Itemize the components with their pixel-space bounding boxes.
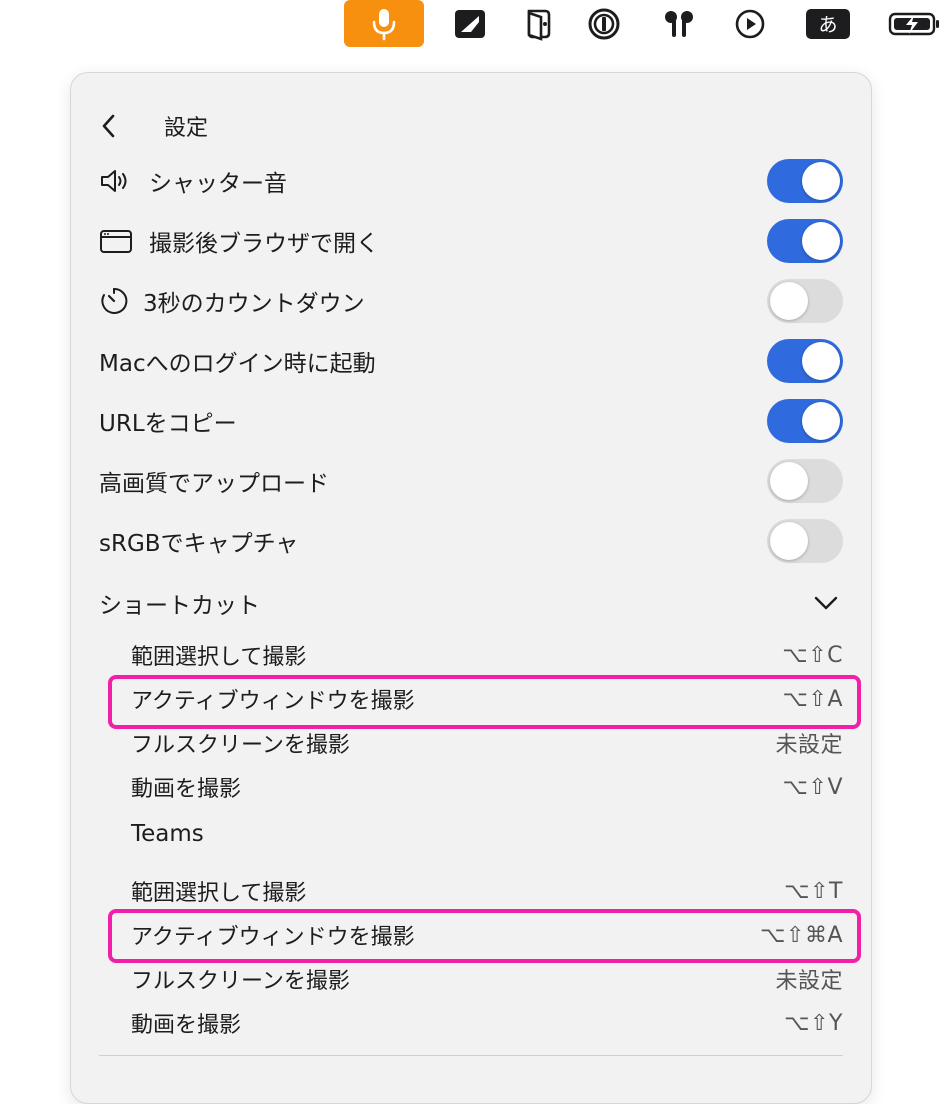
input-method-icon[interactable]: あ [804, 0, 852, 47]
toggle-knob [770, 282, 808, 320]
shortcut-label: 範囲選択して撮影 [131, 645, 307, 670]
launch-at-login-toggle[interactable] [767, 339, 843, 383]
browser-window-icon [99, 226, 133, 256]
settings-panel: 設定 シャッター音 撮影後ブラウザで開く 3秒のカウントダウン Macへのログイ… [70, 72, 872, 1104]
chevron-down-icon [811, 588, 841, 618]
shortcut-key: ⌥⇧A [782, 686, 843, 712]
shortcut-row[interactable]: 動画を撮影 ⌥⇧V [131, 767, 843, 807]
setting-open-browser: 撮影後ブラウザで開く [99, 211, 843, 271]
countdown-toggle[interactable] [767, 279, 843, 323]
shortcut-row[interactable]: 範囲選択して撮影 ⌥⇧T [131, 871, 843, 911]
copy-url-toggle[interactable] [767, 399, 843, 443]
setting-label: 撮影後ブラウザで開く [149, 231, 379, 257]
shortcut-key: 未設定 [775, 969, 843, 994]
shutter-sound-toggle[interactable] [767, 159, 843, 203]
menu-bar: あ [0, 0, 944, 50]
shortcut-label: 動画を撮影 [131, 1013, 242, 1038]
setting-countdown: 3秒のカウントダウン [99, 271, 843, 331]
toggle-knob [770, 462, 808, 500]
shortcut-row[interactable]: アクティブウィンドウを撮影 ⌥⇧⌘A [131, 915, 843, 955]
chevron-left-icon [102, 114, 115, 138]
input-method-label: あ [806, 8, 850, 39]
teams-heading: Teams [131, 821, 204, 847]
shortcut-key: ⌥⇧V [782, 774, 843, 800]
microphone-icon[interactable] [344, 0, 424, 47]
setting-high-quality-upload: 高画質でアップロード [99, 451, 843, 511]
page-title: 設定 [164, 116, 209, 141]
shortcut-row[interactable]: アクティブウィンドウを撮影 ⌥⇧A [131, 679, 843, 719]
shortcut-label: 範囲選択して撮影 [131, 881, 307, 906]
shortcut-key: ⌥⇧T [784, 878, 843, 904]
setting-shutter-sound: シャッター音 [99, 151, 843, 211]
shortcuts-section-header[interactable]: ショートカット [99, 581, 843, 625]
toggle-knob [770, 522, 808, 560]
shortcut-label: 動画を撮影 [131, 777, 242, 802]
open-browser-toggle[interactable] [767, 219, 843, 263]
setting-label: sRGBでキャプチャ [99, 531, 299, 557]
shortcut-row[interactable]: 動画を撮影 ⌥⇧Y [131, 1003, 843, 1043]
high-quality-upload-toggle[interactable] [767, 459, 843, 503]
setting-copy-url: URLをコピー [99, 391, 843, 451]
shortcut-row[interactable]: 範囲選択して撮影 ⌥⇧C [131, 635, 843, 675]
wallet-app-icon[interactable] [518, 0, 558, 47]
shortcut-label: フルスクリーンを撮影 [131, 733, 350, 758]
divider [99, 1055, 843, 1056]
shortcut-key: 未設定 [775, 733, 843, 758]
shortcut-key: ⌥⇧⌘A [760, 922, 843, 948]
play-icon[interactable] [730, 0, 770, 47]
back-button[interactable] [99, 109, 139, 143]
setting-label: Macへのログイン時に起動 [99, 351, 376, 377]
panel-header: 設定 [99, 109, 208, 143]
shortcut-label: アクティブウィンドウを撮影 [131, 689, 415, 714]
setting-label: シャッター音 [149, 171, 287, 197]
speaker-icon [99, 166, 133, 196]
timer-icon [99, 286, 129, 316]
battery-charging-icon[interactable] [884, 0, 944, 47]
toggle-knob [802, 342, 840, 380]
setting-label: 3秒のカウントダウン [143, 291, 365, 317]
shortcut-row[interactable]: フルスクリーンを撮影 未設定 [131, 723, 843, 763]
shortcuts-title: ショートカット [99, 593, 260, 619]
setting-launch-at-login: Macへのログイン時に起動 [99, 331, 843, 391]
toggle-knob [802, 222, 840, 260]
shortcut-key: ⌥⇧C [782, 642, 843, 668]
toggle-knob [802, 402, 840, 440]
password-manager-icon[interactable] [584, 0, 624, 47]
shortcut-key: ⌥⇧Y [784, 1010, 843, 1036]
airpods-icon[interactable] [656, 0, 702, 47]
setting-label: 高画質でアップロード [99, 471, 329, 497]
srgb-capture-toggle[interactable] [767, 519, 843, 563]
shortcut-label: アクティブウィンドウを撮影 [131, 925, 415, 950]
shortcut-label: フルスクリーンを撮影 [131, 969, 350, 994]
setting-srgb-capture: sRGBでキャプチャ [99, 511, 843, 571]
toggle-knob [802, 162, 840, 200]
shortcut-row[interactable]: フルスクリーンを撮影 未設定 [131, 959, 843, 999]
setting-label: URLをコピー [99, 411, 237, 437]
capture-app-icon[interactable] [448, 0, 492, 47]
